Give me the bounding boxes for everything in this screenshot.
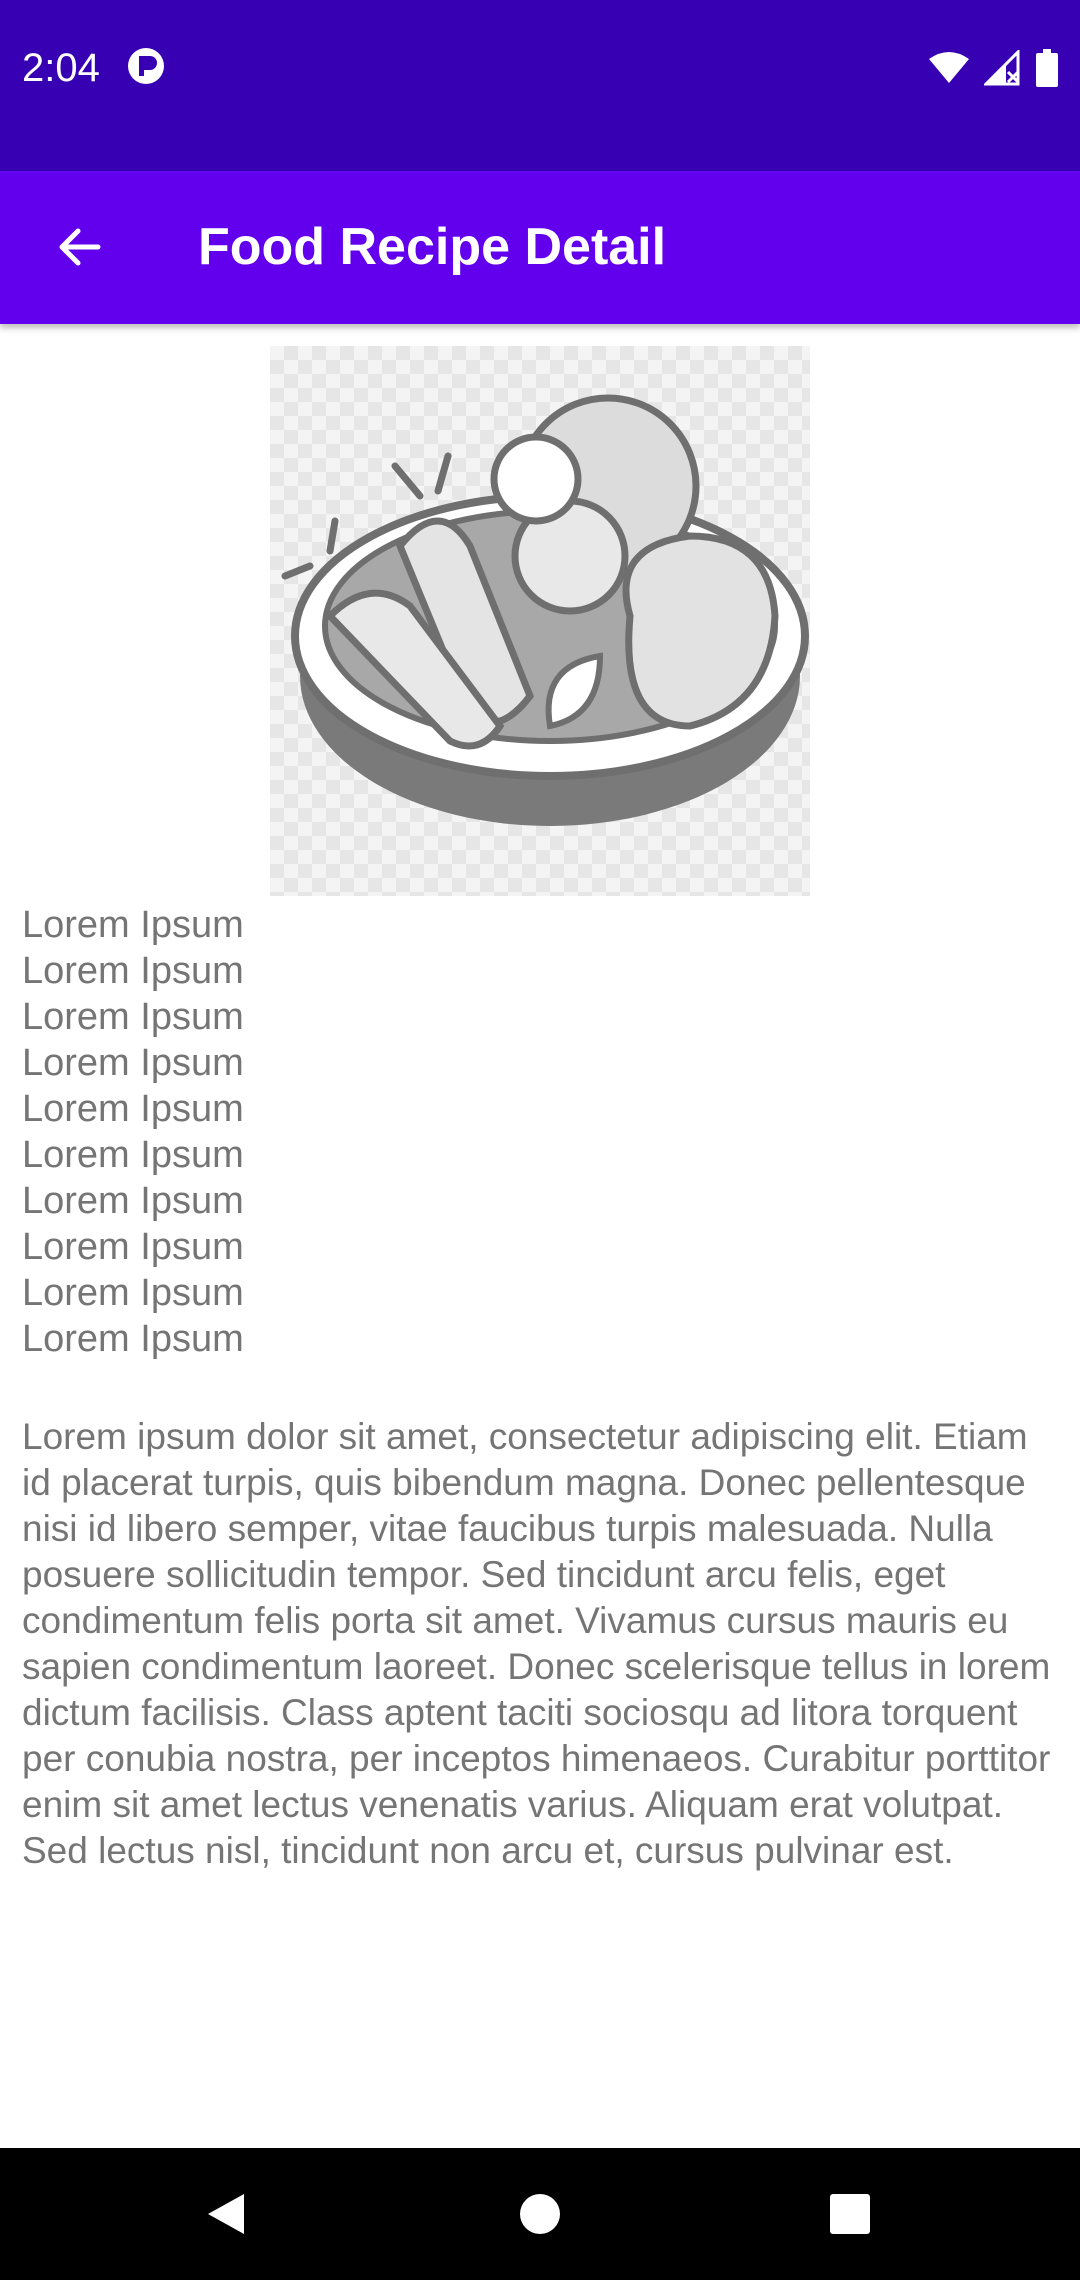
recipe-image: [270, 346, 810, 896]
ingredient-item: Lorem Ipsum: [22, 1272, 244, 1314]
ingredient-item: Lorem Ipsum: [22, 950, 244, 992]
system-nav-bar: [0, 2148, 1080, 2280]
food-bowl-illustration: [281, 394, 809, 826]
nav-home-button[interactable]: [500, 2174, 580, 2254]
ingredients-list: Lorem Ipsum Lorem Ipsum Lorem Ipsum Lore…: [22, 902, 1062, 1362]
ingredient-item: Lorem Ipsum: [22, 1226, 244, 1268]
recipe-description: Lorem ipsum dolor sit amet, consectetur …: [22, 1416, 1051, 1871]
ingredient-item: Lorem Ipsum: [22, 904, 244, 946]
ingredient-item: Lorem Ipsum: [22, 996, 244, 1038]
nav-recents-button[interactable]: [810, 2174, 890, 2254]
wifi-icon: [929, 52, 969, 83]
home-circle-icon: [520, 2194, 560, 2234]
battery-icon: [1036, 49, 1058, 87]
app-bar: Food Recipe Detail: [0, 171, 1080, 324]
arrow-back-icon: [59, 228, 101, 266]
signal-icon: [984, 50, 1020, 86]
status-icons: [928, 48, 1058, 88]
back-button[interactable]: [36, 203, 124, 291]
nav-back-button[interactable]: [186, 2174, 266, 2254]
back-triangle-icon: [208, 2194, 244, 2234]
recents-square-icon: [830, 2194, 870, 2234]
ingredient-item: Lorem Ipsum: [22, 1134, 244, 1176]
status-bar: 2:04: [0, 0, 1080, 171]
ingredient-item: Lorem Ipsum: [22, 1088, 244, 1130]
ingredient-item: Lorem Ipsum: [22, 1318, 244, 1360]
notification-app-icon: [128, 48, 164, 84]
ingredient-item: Lorem Ipsum: [22, 1180, 244, 1222]
page-title: Food Recipe Detail: [198, 218, 667, 276]
ingredient-item: Lorem Ipsum: [22, 1042, 244, 1084]
status-time: 2:04: [22, 46, 100, 90]
